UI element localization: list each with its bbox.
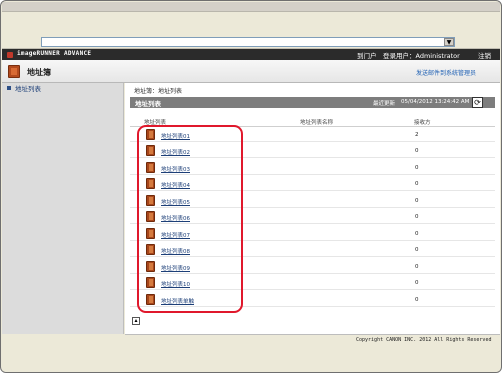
breadcrumb: 地址簿：地址列表 [134,88,183,95]
recipient-count: 2 [415,132,419,138]
recipient-count: 0 [415,165,419,171]
recipient-count: 0 [415,214,419,220]
highlight-annotation [137,125,243,313]
recipient-count: 0 [415,264,419,270]
recipient-count: 0 [415,148,419,154]
footer-divider [125,334,500,335]
window-title-strip [2,2,500,12]
recipient-count: 0 [415,198,419,204]
arrow-up-icon[interactable]: ▴ [132,317,140,325]
browser-toolbar [2,12,500,32]
browser-window: ▼ imageRUNNER ADVANCE 到门户 登录用户：Administr… [0,0,502,373]
recipient-count: 0 [415,280,419,286]
recipient-count: 0 [415,297,419,303]
sidebar [2,83,124,334]
logout-link[interactable]: 注销 [478,50,491,60]
sidebar-bullet-icon [7,86,11,90]
canon-logo-icon [7,52,13,58]
refresh-icon[interactable]: ⟳ [472,97,483,108]
product-name: imageRUNNER ADVANCE [17,50,92,57]
recipient-count: 0 [415,231,419,237]
portal-link[interactable]: 到门户 [357,50,377,60]
recipient-count: 0 [415,181,419,187]
address-dropdown-button[interactable]: ▼ [444,38,454,46]
page-title: 地址簿 [27,68,51,77]
column-header-list-name: 地址列表名称 [300,120,334,126]
column-header-recipients: 接收方 [414,120,431,126]
address-book-icon [8,65,20,78]
copyright-text: Copyright CANON INC. 2012 All Rights Res… [356,337,492,343]
sidebar-item-address-list[interactable]: 地址列表 [15,83,41,93]
panel-title: 地址列表 [135,100,161,108]
mail-admin-link[interactable]: 发送邮件到系统管理员 [416,68,476,77]
browser-status-bar [2,347,500,372]
last-updated-value: 05/04/2012 13:24:42 AM [401,99,470,105]
last-updated-label: 最近更新 [373,101,396,107]
address-input[interactable] [41,37,455,47]
recipient-count: 0 [415,247,419,253]
login-user-text: 登录用户：Administrator [383,52,460,60]
